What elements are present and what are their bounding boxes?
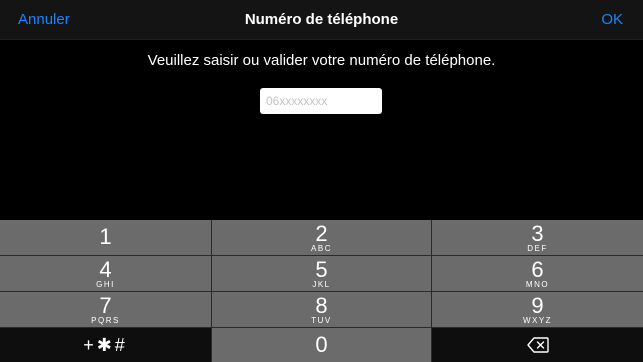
key-digit: 3 xyxy=(531,221,544,246)
key-symbols[interactable]: +✱# xyxy=(0,328,211,362)
key-digit: 6 xyxy=(531,257,544,282)
key-letters: TUV xyxy=(311,316,332,325)
navigation-bar: Annuler Numéro de téléphone OK xyxy=(0,0,643,40)
numeric-keypad: 1 2 ABC 3 DEF 4 GHI 5 JKL 6 MNO 7 PQRS 8… xyxy=(0,220,643,362)
key-0[interactable]: 0 xyxy=(212,328,431,362)
key-8[interactable]: 8 TUV xyxy=(212,292,431,327)
key-digit: 0 xyxy=(315,332,328,357)
cancel-button[interactable]: Annuler xyxy=(18,0,70,39)
key-letters: PQRS xyxy=(91,316,120,325)
key-digit: 7 xyxy=(99,293,112,318)
instruction-text: Veuillez saisir ou valider votre numéro … xyxy=(147,52,496,69)
key-5[interactable]: 5 JKL xyxy=(212,256,431,291)
key-3[interactable]: 3 DEF xyxy=(432,220,643,255)
key-1[interactable]: 1 xyxy=(0,220,211,255)
key-9[interactable]: 9 WXYZ xyxy=(432,292,643,327)
key-letters: DEF xyxy=(527,244,548,253)
key-digit: 9 xyxy=(531,293,544,318)
ok-button[interactable]: OK xyxy=(601,0,623,39)
backspace-key[interactable] xyxy=(432,328,643,362)
key-digit: 5 xyxy=(315,257,328,282)
key-4[interactable]: 4 GHI xyxy=(0,256,211,291)
symbols-label: +✱# xyxy=(83,335,128,355)
phone-number-screen: Annuler Numéro de téléphone OK Veuillez … xyxy=(0,0,643,362)
key-7[interactable]: 7 PQRS xyxy=(0,292,211,327)
key-2[interactable]: 2 ABC xyxy=(212,220,431,255)
key-letters: MNO xyxy=(525,280,550,289)
key-letters: JKL xyxy=(312,280,331,289)
key-digit: 1 xyxy=(99,224,112,249)
key-6[interactable]: 6 MNO xyxy=(432,256,643,291)
backspace-icon xyxy=(526,337,549,353)
phone-number-input[interactable] xyxy=(260,88,382,114)
key-letters: ABC xyxy=(311,244,332,253)
key-letters: WXYZ xyxy=(522,316,553,325)
key-digit: 2 xyxy=(315,221,328,246)
page-title: Numéro de téléphone xyxy=(244,11,399,28)
key-digit: 8 xyxy=(315,293,328,318)
key-digit: 4 xyxy=(99,257,112,282)
key-letters: GHI xyxy=(96,280,115,289)
